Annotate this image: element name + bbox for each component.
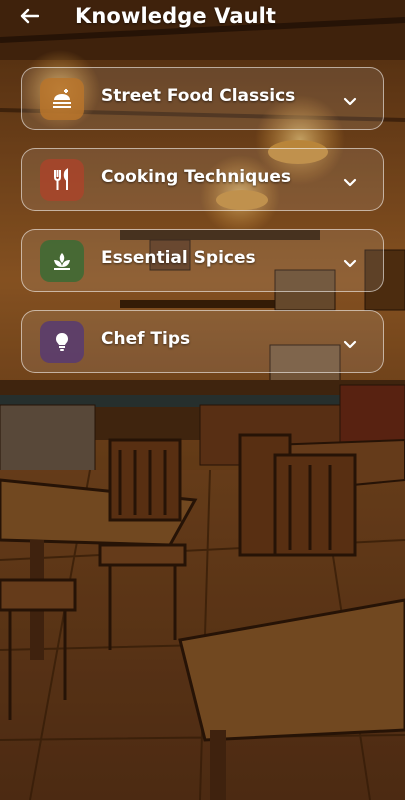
section-label: Cooking Techniques bbox=[101, 167, 292, 187]
back-button[interactable] bbox=[14, 4, 44, 32]
section-label: Essential Spices bbox=[101, 248, 256, 268]
chevron-down-icon bbox=[343, 254, 357, 268]
food-plate-icon bbox=[40, 78, 84, 120]
chevron-down-icon bbox=[343, 92, 357, 106]
lightbulb-icon bbox=[40, 321, 84, 363]
chevron-down-icon bbox=[343, 335, 357, 349]
section-label: Street Food Classics bbox=[101, 86, 296, 106]
herb-leaf-icon bbox=[40, 240, 84, 282]
app-header: Knowledge Vault bbox=[0, 0, 405, 38]
section-essential-spices[interactable]: Essential Spices bbox=[21, 229, 384, 292]
page-title: Knowledge Vault bbox=[75, 4, 277, 28]
section-chef-tips[interactable]: Chef Tips bbox=[21, 310, 384, 373]
section-label: Chef Tips bbox=[101, 329, 191, 349]
section-street-food-classics[interactable]: Street Food Classics bbox=[21, 67, 384, 130]
section-cooking-techniques[interactable]: Cooking Techniques bbox=[21, 148, 384, 211]
arrow-left-icon bbox=[19, 8, 40, 28]
utensils-icon bbox=[40, 159, 84, 201]
chevron-down-icon bbox=[343, 173, 357, 187]
